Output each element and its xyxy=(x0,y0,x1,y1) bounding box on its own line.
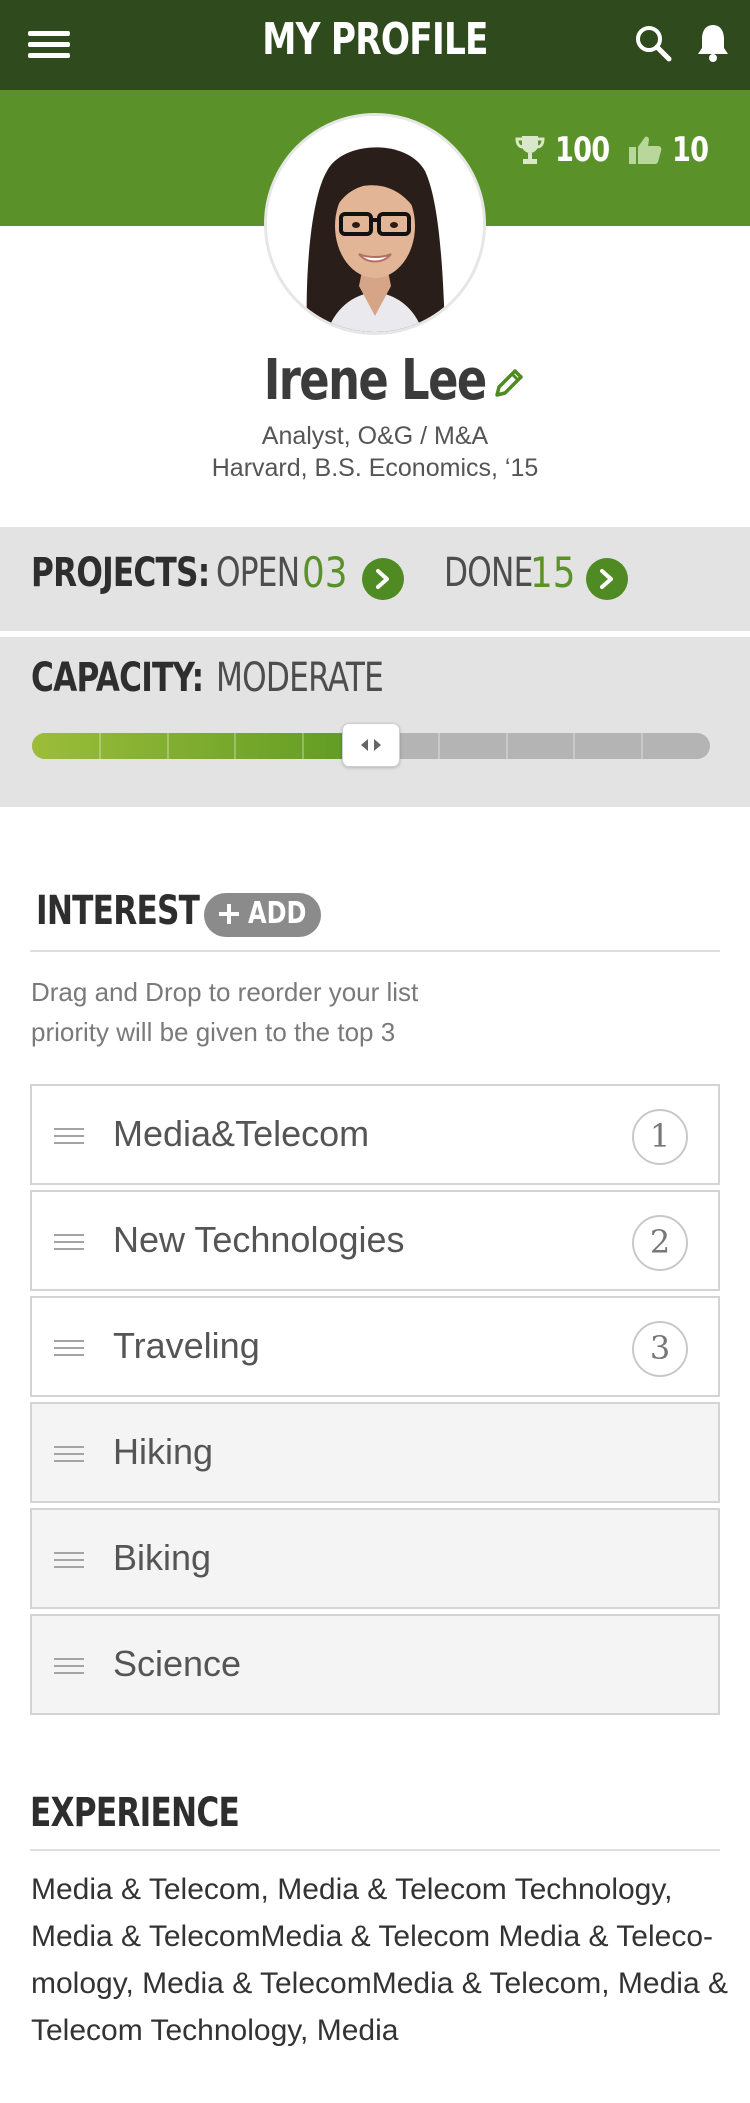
projects-label: PROJECTS: xyxy=(31,550,210,596)
experience-title: EXPERIENCE xyxy=(30,1790,240,1836)
priority-badge: 3 xyxy=(632,1321,688,1377)
plus-icon xyxy=(219,904,239,924)
slider-segment-divider xyxy=(302,733,305,759)
slider-segment-divider xyxy=(98,733,101,759)
chevron-right-icon xyxy=(376,569,389,589)
add-button-label: ADD xyxy=(248,896,307,931)
open-count: 03 xyxy=(302,548,348,597)
menu-icon[interactable] xyxy=(28,31,70,59)
open-label: OPEN xyxy=(216,550,300,596)
trophy-count: 100 xyxy=(555,130,610,170)
top-app-bar: MY PROFILE xyxy=(0,0,750,90)
thumbs-up-icon xyxy=(629,136,662,164)
likes-stat: 10 xyxy=(628,130,717,170)
interest-item[interactable]: Biking xyxy=(30,1508,720,1609)
done-label: DONE xyxy=(444,550,533,596)
interest-item[interactable]: Science xyxy=(30,1614,720,1715)
trophy-icon xyxy=(515,136,545,164)
interest-item-label: Media&Telecom xyxy=(113,1113,370,1154)
slider-segment-divider xyxy=(166,733,169,759)
interest-item[interactable]: Media&Telecom 1 xyxy=(30,1084,720,1185)
likes-count: 10 xyxy=(672,130,709,170)
priority-badge: 1 xyxy=(632,1109,688,1165)
chevron-right-icon xyxy=(600,569,613,589)
capacity-value: MODERATE xyxy=(216,655,384,701)
drag-handle-icon[interactable] xyxy=(54,1128,84,1144)
divider xyxy=(30,1849,720,1851)
interest-hint-line2: priority will be given to the top 3 xyxy=(31,1017,396,1047)
slider-segment-divider xyxy=(573,733,576,759)
capacity-slider-handle[interactable] xyxy=(342,723,400,767)
add-interest-button[interactable]: ADD xyxy=(204,893,321,937)
interest-item-label: Science xyxy=(113,1643,242,1684)
done-count: 15 xyxy=(530,548,576,597)
drag-handle-icon[interactable] xyxy=(54,1340,84,1356)
interest-item-label: Traveling xyxy=(113,1325,260,1366)
slider-segment-divider xyxy=(234,733,237,759)
interest-item-label: Biking xyxy=(113,1537,212,1578)
interest-item-label: New Technologies xyxy=(113,1219,405,1260)
slider-segment-divider xyxy=(505,733,508,759)
capacity-label: CAPACITY: xyxy=(31,655,204,701)
slider-segment-divider xyxy=(437,733,440,759)
search-icon[interactable] xyxy=(633,23,673,63)
pencil-icon[interactable] xyxy=(492,366,526,400)
interest-item-label: Hiking xyxy=(113,1431,214,1472)
open-projects-button[interactable] xyxy=(362,558,404,600)
interest-title: INTEREST xyxy=(36,888,200,934)
slider-segment-divider xyxy=(641,733,644,759)
projects-panel: PROJECTS: OPEN 03 DONE 15 xyxy=(0,527,750,631)
done-projects-button[interactable] xyxy=(586,558,628,600)
priority-badge: 2 xyxy=(632,1215,688,1271)
profile-role: Analyst, O&G / M&A xyxy=(261,422,489,450)
interest-hint-line1: Drag and Drop to reorder your list xyxy=(31,977,419,1007)
experience-text: Media & Telecom, Media & Telecom Technol… xyxy=(31,1873,728,2047)
interest-item[interactable]: New Technologies 2 xyxy=(30,1190,720,1291)
profile-name-row: Irene Lee xyxy=(0,348,750,413)
drag-handle-icon[interactable] xyxy=(54,1446,84,1462)
drag-handle-icon[interactable] xyxy=(54,1234,84,1250)
bell-icon[interactable] xyxy=(695,22,731,64)
profile-education: Harvard, B.S. Economics, ‘15 xyxy=(211,454,539,482)
capacity-slider-fill xyxy=(32,733,371,759)
interest-item[interactable]: Hiking xyxy=(30,1402,720,1503)
page-title: MY PROFILE xyxy=(262,14,488,65)
avatar[interactable] xyxy=(264,113,486,335)
profile-name: Irene Lee xyxy=(264,348,488,413)
drag-handle-icon[interactable] xyxy=(54,1552,84,1568)
interest-item[interactable]: Traveling 3 xyxy=(30,1296,720,1397)
trophy-stat: 100 xyxy=(515,130,623,170)
capacity-panel: CAPACITY: MODERATE xyxy=(0,637,750,807)
drag-handle-icon[interactable] xyxy=(54,1658,84,1674)
divider xyxy=(30,950,720,952)
drag-arrows-icon xyxy=(361,739,381,751)
